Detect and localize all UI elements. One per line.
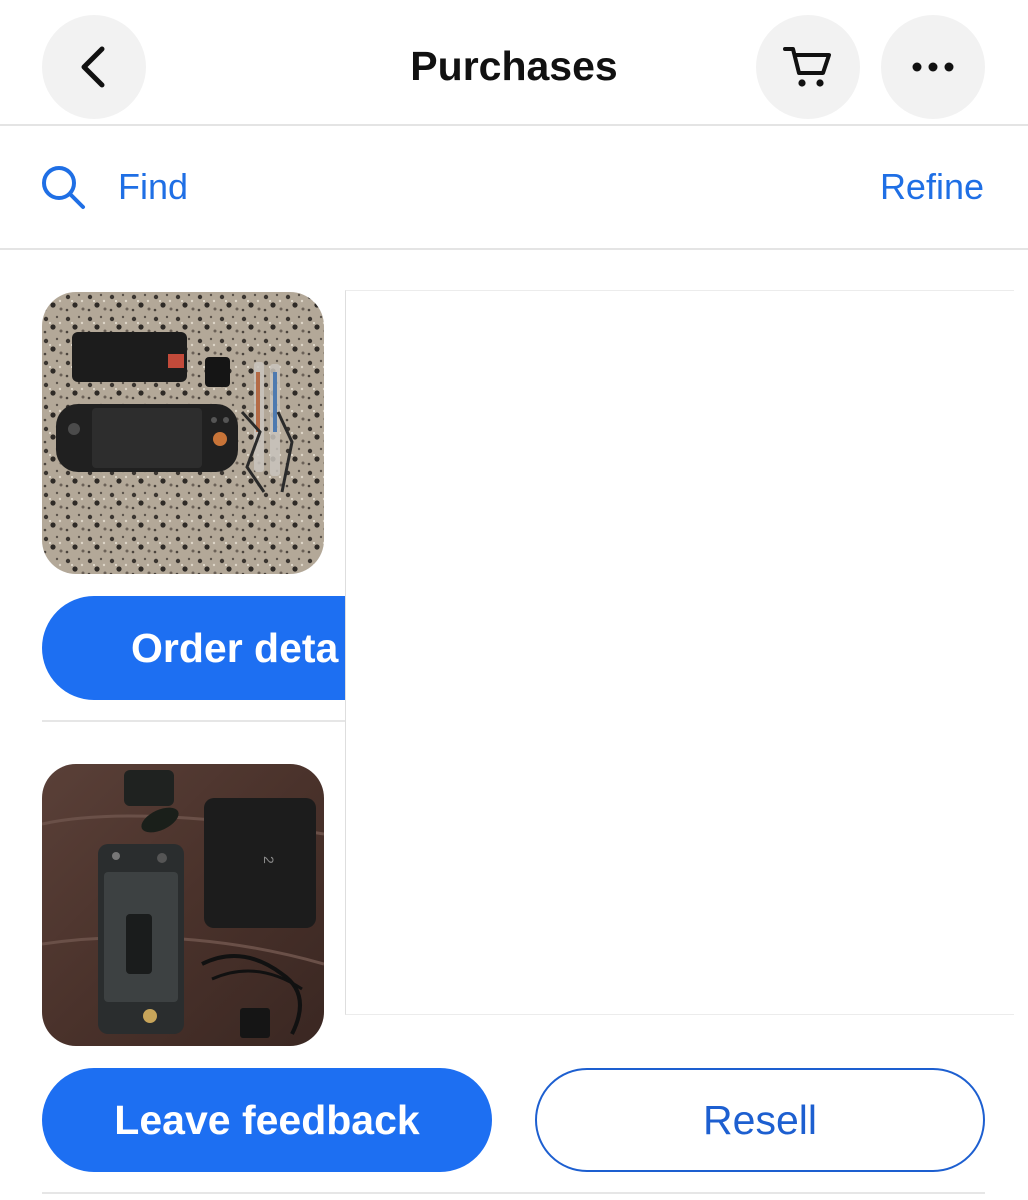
product-photo <box>42 292 324 574</box>
order-thumbnail[interactable]: 2 <box>42 764 324 1046</box>
order-divider <box>42 720 346 722</box>
order-thumbnail[interactable] <box>42 292 324 574</box>
product-photo: 2 <box>42 764 324 1046</box>
find-button[interactable]: Find <box>40 162 188 212</box>
more-options-button[interactable] <box>881 15 985 119</box>
find-label: Find <box>118 166 189 207</box>
refine-button[interactable]: Refine <box>880 162 984 212</box>
back-button[interactable] <box>42 15 146 119</box>
more-horizontal-icon <box>912 62 954 72</box>
cart-button[interactable] <box>756 15 860 119</box>
svg-text:2: 2 <box>261 856 277 864</box>
resell-button[interactable]: Resell <box>535 1068 985 1172</box>
page-title: Purchases <box>410 42 618 89</box>
app-header: Purchases <box>0 0 1028 126</box>
search-icon <box>42 166 85 209</box>
cart-icon <box>783 47 831 87</box>
overlay-panel <box>345 290 1014 1015</box>
leave-feedback-button[interactable]: Leave feedback <box>42 1068 492 1172</box>
chevron-left-icon <box>81 46 105 88</box>
search-bar: Find Refine <box>0 126 1028 250</box>
order-divider <box>42 1192 985 1194</box>
